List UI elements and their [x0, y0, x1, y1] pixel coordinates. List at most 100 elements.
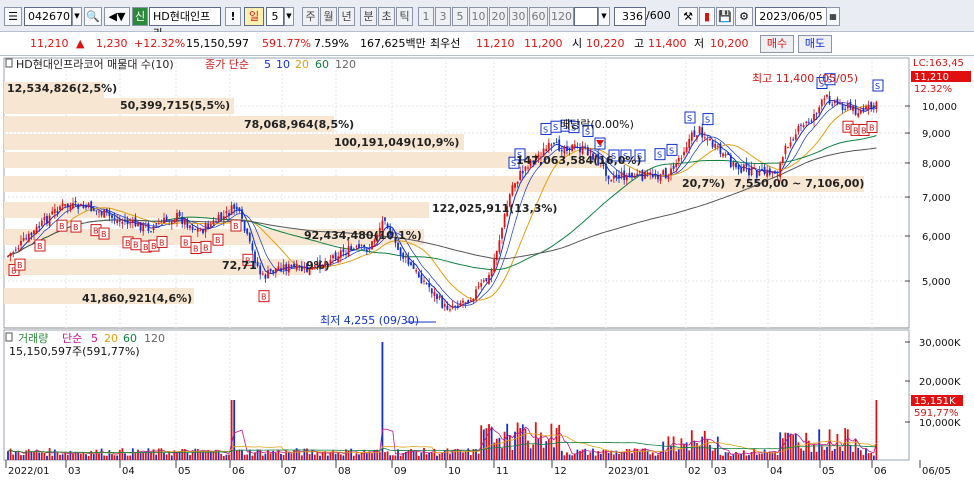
candle-body — [334, 252, 337, 260]
period-dropdown-icon[interactable]: ▼ — [284, 7, 294, 26]
period-count-input[interactable]: 5 — [266, 7, 284, 26]
volume-bar — [501, 448, 503, 460]
x-tick-label: 04 — [770, 466, 783, 477]
interval-20-button[interactable]: 20 — [489, 7, 508, 26]
chart-toolbar: ☰ 042670 ▼ 🔍 ◀▼ 신 HD현대인프라 ! 일 5 ▼ 주 월 년 … — [0, 0, 974, 40]
speaker-icon[interactable]: ◀▼ — [104, 7, 130, 26]
volume-bar — [287, 451, 290, 460]
candle-body — [872, 105, 875, 108]
candle-body — [693, 130, 696, 137]
interval-input[interactable] — [574, 7, 598, 26]
volume-panel-toggle-icon[interactable] — [5, 332, 13, 342]
best-bid-value: 11,200 — [524, 37, 563, 50]
gear-icon[interactable]: ⚙ — [735, 7, 753, 26]
candle-body — [56, 211, 59, 213]
date-input[interactable]: 2023/06/05 — [755, 7, 827, 26]
candle-body — [295, 263, 298, 271]
candle-body — [61, 203, 64, 206]
candle-body — [202, 229, 204, 234]
sell-button[interactable]: 매도 — [798, 35, 832, 53]
volume-bar — [714, 447, 717, 460]
candle-body — [64, 204, 67, 207]
volume-bar — [105, 455, 108, 460]
search-icon[interactable]: 🔍 — [84, 7, 102, 26]
interval-120-button[interactable]: 120 — [549, 7, 574, 26]
volume-bar — [506, 423, 509, 460]
x-tick-label: 06 — [232, 466, 245, 477]
period-minute-button[interactable]: 분 — [360, 7, 377, 26]
interval-1-button[interactable]: 1 — [418, 7, 434, 26]
candle-body — [779, 163, 782, 178]
period-day-button[interactable]: 일 — [244, 7, 264, 26]
buy-signal-text: B — [861, 127, 867, 136]
volume-bar — [631, 453, 633, 460]
candle-body — [196, 228, 199, 232]
period-second-button[interactable]: 초 — [378, 7, 395, 26]
interval-10-button[interactable]: 10 — [469, 7, 488, 26]
volume-bar — [196, 449, 199, 460]
volume-bar — [534, 422, 537, 460]
volume-bar — [815, 451, 818, 460]
candle-body — [95, 210, 98, 212]
volume-bar — [841, 450, 844, 460]
candle-body — [46, 216, 48, 224]
volume-bar — [870, 452, 873, 460]
count-display[interactable]: 336 — [614, 7, 646, 26]
high-note: 최고 11,400 (05/05) — [752, 72, 858, 85]
interval-30-button[interactable]: 30 — [509, 7, 528, 26]
candle-body — [625, 175, 628, 181]
calendar-icon[interactable]: ▦ — [826, 7, 840, 26]
volume-bar — [129, 455, 132, 460]
alert-icon[interactable]: ! — [225, 7, 241, 26]
save-icon[interactable]: 💾 — [716, 7, 734, 26]
volume-bar — [339, 454, 342, 460]
candle-body — [472, 298, 475, 302]
volume-bar — [493, 442, 496, 460]
volume-bar — [748, 455, 750, 460]
interval-dropdown-icon[interactable]: ▼ — [598, 7, 610, 26]
candle-body — [329, 259, 332, 264]
volume-bar — [137, 449, 139, 460]
bar-chart-icon[interactable]: ▮ — [699, 7, 715, 26]
volume-bar — [352, 455, 355, 460]
candle-body — [38, 226, 41, 228]
candle-body — [261, 273, 264, 275]
candle-body — [14, 249, 17, 251]
buy-button[interactable]: 매수 — [760, 35, 794, 53]
x-tick-label: 11 — [496, 466, 509, 477]
candle-body — [352, 248, 355, 250]
candle-body — [839, 102, 841, 104]
period-week-button[interactable]: 주 — [302, 7, 319, 26]
chart-tools-icon[interactable]: ⚒ — [678, 7, 698, 26]
buy-signal-text: B — [853, 126, 859, 135]
period-year-button[interactable]: 년 — [338, 7, 355, 26]
stock-code-input[interactable]: 042670 — [24, 7, 72, 26]
volume-bar — [319, 455, 321, 460]
candle-body — [584, 146, 587, 148]
interval-3-button[interactable]: 3 — [435, 7, 451, 26]
candle-body — [415, 270, 418, 272]
panel-toggle-icon[interactable] — [5, 58, 13, 68]
candle-body — [636, 173, 639, 176]
volume-bar — [308, 454, 311, 460]
period-month-button[interactable]: 월 — [320, 7, 337, 26]
period-tick-button[interactable]: 틱 — [396, 7, 413, 26]
volume-bar — [194, 448, 197, 460]
volume-bar — [261, 455, 264, 460]
interval-60-button[interactable]: 60 — [529, 7, 548, 26]
interval-5-button[interactable]: 5 — [452, 7, 468, 26]
x-tick-label: 05 — [822, 466, 835, 477]
volume-bar — [477, 453, 480, 460]
candle-body — [706, 139, 709, 141]
candle-body — [87, 203, 90, 207]
candle-body — [716, 145, 719, 147]
candle-body — [259, 265, 262, 275]
buy-signal-text: B — [143, 243, 149, 252]
volume-bar — [202, 451, 204, 460]
code-dropdown-icon[interactable]: ▼ — [72, 7, 82, 26]
candle-body — [238, 207, 241, 211]
candle-body — [384, 217, 386, 221]
candle-body — [155, 223, 158, 225]
menu-icon[interactable]: ☰ — [4, 7, 22, 26]
volume-bar — [386, 451, 389, 460]
